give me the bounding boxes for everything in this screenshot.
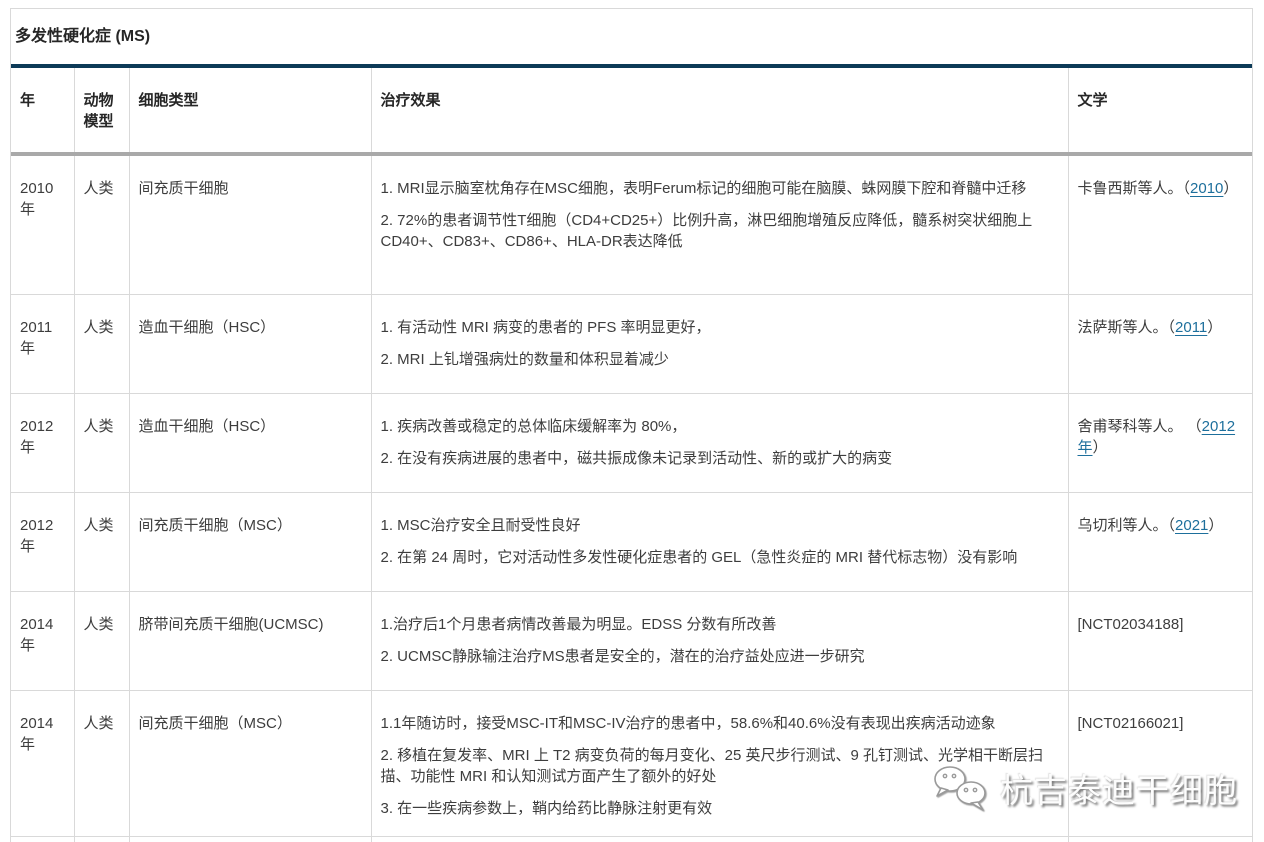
effect-paragraph: 1. MRI显示脑室枕角存在MSC细胞，表明Ferum标记的细胞可能在脑膜、蛛网…: [381, 178, 1059, 199]
literature-year-link[interactable]: 2011: [1175, 319, 1207, 336]
table-row-partial: [11, 836, 1252, 842]
year-cell: 2014 年: [11, 591, 74, 690]
partial-cell: [371, 836, 1068, 842]
literature-cell: 乌切利等人。（2021）: [1068, 492, 1252, 591]
literature-cell: 卡鲁西斯等人。（2010）: [1068, 154, 1252, 294]
animal-model-cell: 人类: [74, 393, 129, 492]
effect-paragraph: 1.1年随访时，接受MSC-IT和MSC-IV治疗的患者中，58.6%和40.6…: [381, 713, 1059, 734]
treatment-effect-cell: 1. 有活动性 MRI 病变的患者的 PFS 率明显更好， 2. MRI 上钆增强…: [371, 294, 1068, 393]
literature-text: 卡鲁西斯等人。（: [1078, 180, 1191, 197]
literature-text: [NCT02166021]: [1078, 715, 1184, 732]
effect-paragraph: 2. UCMSC静脉输注治疗MS患者是安全的，潜在的治疗益处应进一步研究: [381, 646, 1059, 667]
page: { "title": "多发性硬化症 (MS)", "columns": ["年…: [0, 0, 1264, 842]
ms-table: 年 动物模型 细胞类型 治疗效果 文学 2010 年人类间充质干细胞1. MRI…: [11, 68, 1252, 842]
effect-paragraph: 1. MSC治疗安全且耐受性良好: [381, 515, 1059, 536]
literature-year-link[interactable]: 2010: [1190, 180, 1223, 197]
table-title-text: 多发性硬化症 (MS): [15, 28, 150, 45]
effect-paragraph: 2. 在第 24 周时，它对活动性多发性硬化症患者的 GEL（急性炎症的 MRI…: [381, 547, 1059, 568]
table-row: 2014 年人类脐带间充质干细胞(UCMSC)1.治疗后1个月患者病情改善最为明…: [11, 591, 1252, 690]
animal-model-cell: 人类: [74, 690, 129, 836]
year-cell: 2011 年: [11, 294, 74, 393]
literature-cell: [NCT02166021]: [1068, 690, 1252, 836]
col-header-animal-model: 动物模型: [74, 68, 129, 154]
header-row: 年 动物模型 细胞类型 治疗效果 文学: [11, 68, 1252, 154]
ms-table-section: 多发性硬化症 (MS) 年 动物模型 细胞类型 治疗效果 文学 2010 年人类…: [10, 8, 1253, 842]
treatment-effect-cell: 1. MSC治疗安全且耐受性良好 2. 在第 24 周时，它对活动性多发性硬化症患…: [371, 492, 1068, 591]
col-header-cell-type: 细胞类型: [129, 68, 371, 154]
literature-text: [NCT02034188]: [1078, 616, 1184, 633]
table-row: 2011 年人类造血干细胞（HSC）1. 有活动性 MRI 病变的患者的 PFS…: [11, 294, 1252, 393]
table-row: 2014 年人类间充质干细胞（MSC） 1.1年随访时，接受MSC-IT和MSC-…: [11, 690, 1252, 836]
treatment-effect-cell: 1. MRI显示脑室枕角存在MSC细胞，表明Ferum标记的细胞可能在脑膜、蛛网…: [371, 154, 1068, 294]
animal-model-cell: 人类: [74, 492, 129, 591]
literature-text-suffix: ）: [1223, 180, 1238, 197]
literature-cell: 法萨斯等人。（2011）: [1068, 294, 1252, 393]
cell-type-cell: 造血干细胞（HSC）: [129, 393, 371, 492]
cell-type-cell: 造血干细胞（HSC）: [129, 294, 371, 393]
effect-paragraph: 2. 在没有疾病进展的患者中，磁共振成像未记录到活动性、新的或扩大的病变: [381, 448, 1059, 469]
literature-text-suffix: ）: [1093, 439, 1108, 456]
treatment-effect-cell: 1. 疾病改善或稳定的总体临床缓解率为 80%， 2. 在没有疾病进展的患者中，磁…: [371, 393, 1068, 492]
effect-paragraph: 2. 移植在复发率、MRI 上 T2 病变负荷的每月变化、25 英尺步行测试、9…: [381, 745, 1059, 787]
year-cell: 2012 年: [11, 492, 74, 591]
effect-paragraph: 2. 72%的患者调节性T细胞（CD4+CD25+）比例升高，淋巴细胞增殖反应降…: [381, 210, 1059, 252]
partial-cell: [11, 836, 74, 842]
col-header-treatment-effect: 治疗效果: [371, 68, 1068, 154]
effect-paragraph: 3. 在一些疾病参数上，鞘内给药比静脉注射更有效: [381, 798, 1059, 819]
table-row: 2010 年人类间充质干细胞 1. MRI显示脑室枕角存在MSC细胞，表明Feru…: [11, 154, 1252, 294]
table-body: 2010 年人类间充质干细胞1. MRI显示脑室枕角存在MSC细胞，表明Feru…: [11, 154, 1252, 842]
table-title: 多发性硬化症 (MS): [11, 9, 1252, 68]
literature-year-link[interactable]: 2021: [1175, 517, 1208, 534]
literature-cell: [NCT02034188]: [1068, 591, 1252, 690]
cell-type-cell: 脐带间充质干细胞(UCMSC): [129, 591, 371, 690]
animal-model-cell: 人类: [74, 154, 129, 294]
year-cell: 2014 年: [11, 690, 74, 836]
literature-text-suffix: ）: [1208, 517, 1223, 534]
table-row: 2012 年人类造血干细胞（HSC）1. 疾病改善或稳定的总体临床缓解率为 80…: [11, 393, 1252, 492]
animal-model-cell: 人类: [74, 294, 129, 393]
animal-model-cell: 人类: [74, 591, 129, 690]
effect-paragraph: 1.治疗后1个月患者病情改善最为明显。EDSS 分数有所改善: [381, 614, 1059, 635]
year-cell: 2012 年: [11, 393, 74, 492]
literature-text: 舍甫琴科等人。 （: [1078, 418, 1202, 435]
treatment-effect-cell: 1.1年随访时，接受MSC-IT和MSC-IV治疗的患者中，58.6%和40.6…: [371, 690, 1068, 836]
partial-cell: [1068, 836, 1252, 842]
effect-paragraph: 1. 有活动性 MRI 病变的患者的 PFS 率明显更好，: [381, 317, 1059, 338]
effect-paragraph: 1. 疾病改善或稳定的总体临床缓解率为 80%，: [381, 416, 1059, 437]
literature-text: 法萨斯等人。（: [1078, 319, 1176, 336]
treatment-effect-cell: 1.治疗后1个月患者病情改善最为明显。EDSS 分数有所改善 2. UCMSC静脉…: [371, 591, 1068, 690]
col-header-literature: 文学: [1068, 68, 1252, 154]
partial-cell: [74, 836, 129, 842]
col-header-year: 年: [11, 68, 74, 154]
literature-cell: 舍甫琴科等人。 （2012 年）: [1068, 393, 1252, 492]
cell-type-cell: 间充质干细胞（MSC）: [129, 690, 371, 836]
literature-text-suffix: ）: [1207, 319, 1222, 336]
cell-type-cell: 间充质干细胞: [129, 154, 371, 294]
table-row: 2012 年人类间充质干细胞（MSC） 1. MSC治疗安全且耐受性良好 2. 在第…: [11, 492, 1252, 591]
partial-cell: [129, 836, 371, 842]
cell-type-cell: 间充质干细胞（MSC）: [129, 492, 371, 591]
year-cell: 2010 年: [11, 154, 74, 294]
table-header: 年 动物模型 细胞类型 治疗效果 文学: [11, 68, 1252, 154]
literature-text: 乌切利等人。（: [1078, 517, 1176, 534]
effect-paragraph: 2. MRI 上钆增强病灶的数量和体积显着减少: [381, 349, 1059, 370]
